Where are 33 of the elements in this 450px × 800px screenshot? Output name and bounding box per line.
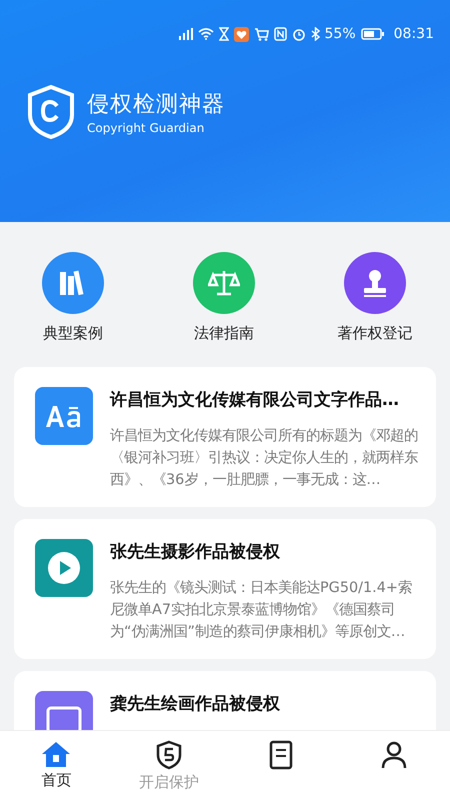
case-title: 许昌恒为文化传媒有限公司文字作品…: [110, 389, 400, 412]
document-icon: [268, 740, 294, 770]
play-icon: [47, 551, 81, 585]
case-summary: 许昌恒为文化传媒有限公司所有的标题为《邓超的〈银河补习班〉引热议：决定你人生的，就两样东西》、《36岁，一肚肥膘，一事无成：这…: [110, 427, 419, 490]
case-summary: 张先生的《镜头测试：日本美能达PG50/1.4+索尼微单A7实拍北京景泰蓝博物馆》《德国蔡司为“伪满洲国”制造的蔡司伊康相机》等原创文…: [110, 578, 413, 642]
case-card[interactable]: 张先生摄影作品被侵权 张先生的《镜头测试：日本美能达PG50/1.4+索尼微单A7实拍北京景泰蓝博物馆》《德国蔡司为“伪满洲国”制造的蔡司伊康相机》等原创文…: [14, 519, 436, 659]
signal-icon: [176, 28, 193, 40]
app-subtitle: Copyright Guardian: [87, 121, 206, 135]
app-title: 侵权检测神器: [87, 91, 225, 119]
shortcut-button[interactable]: 著作权登记: [320, 252, 430, 343]
alarm-icon: [292, 27, 306, 41]
hourglass-icon: [218, 27, 229, 41]
case-title: 龚先生绘画作品被侵权: [110, 693, 281, 716]
person-icon: [380, 740, 408, 770]
shortcut-button[interactable]: 法律指南: [169, 252, 279, 343]
home-icon: [41, 740, 72, 768]
case-title: 张先生摄影作品被侵权: [110, 541, 281, 564]
tab-item[interactable]: 首页: [0, 731, 112, 800]
battery-icon: [360, 28, 385, 40]
case-card[interactable]: 许昌恒为文化传媒有限公司文字作品… 许昌恒为文化传媒有限公司所有的标题为《邓超的〈银河补习班〉引热议：决定你人生的，就两样东西》、《36岁，一肚肥膘，一事无成：这…: [14, 367, 436, 507]
shield-logo-icon: [27, 85, 75, 139]
scale-icon: [208, 268, 240, 298]
nfc-icon: [274, 27, 287, 41]
wifi-icon: [198, 28, 214, 40]
stamp-icon: [361, 268, 389, 298]
case-card[interactable]: 龚先生绘画作品被侵权: [14, 671, 436, 730]
battery-percent: 55%: [324, 26, 356, 42]
shield-icon: [156, 740, 182, 770]
shortcut-button[interactable]: 典型案例: [18, 252, 128, 343]
cart-icon: [254, 27, 269, 41]
heart-app-icon: [234, 26, 249, 42]
clock-time: 08:31: [394, 26, 434, 42]
bluetooth-icon: [310, 27, 320, 41]
